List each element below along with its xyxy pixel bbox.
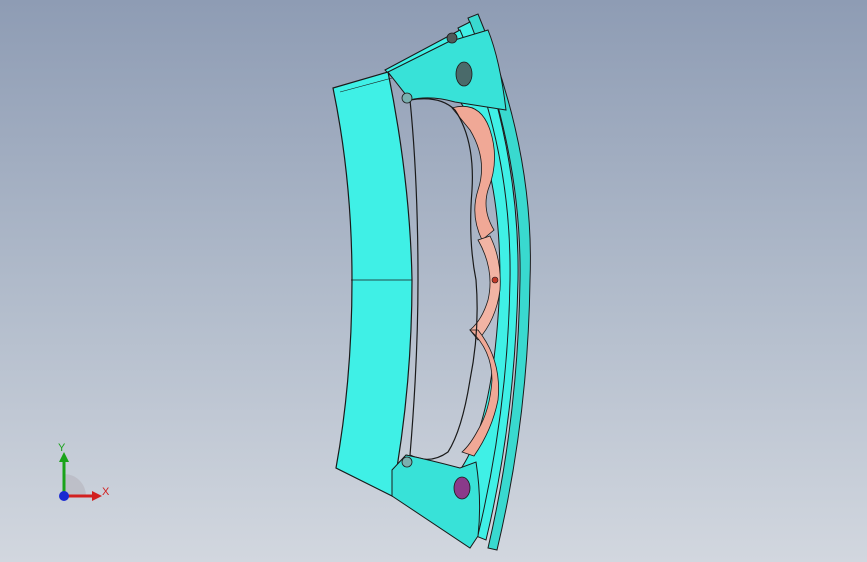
bottom-slot-hole <box>453 476 471 500</box>
front-panel <box>332 71 413 497</box>
cut-face-hole <box>491 276 499 284</box>
cut-face-top <box>451 105 495 241</box>
top-bolt <box>401 92 413 104</box>
view-orientation-triad: Y X <box>48 440 118 510</box>
triad-x-arrow-icon <box>92 491 102 501</box>
cut-face-mid <box>469 235 501 341</box>
bottom-bracket <box>391 454 481 549</box>
opening-lip <box>409 98 478 460</box>
cad-part-model[interactable] <box>0 0 867 562</box>
top-knob <box>446 32 458 44</box>
triad-z-axis-icon <box>59 491 69 501</box>
bottom-bolt <box>401 456 413 468</box>
top-slot-hole <box>455 61 473 87</box>
graphics-viewport[interactable]: Y X <box>0 0 867 562</box>
triad-x-label: X <box>102 486 110 498</box>
triad-y-label: Y <box>58 442 66 454</box>
